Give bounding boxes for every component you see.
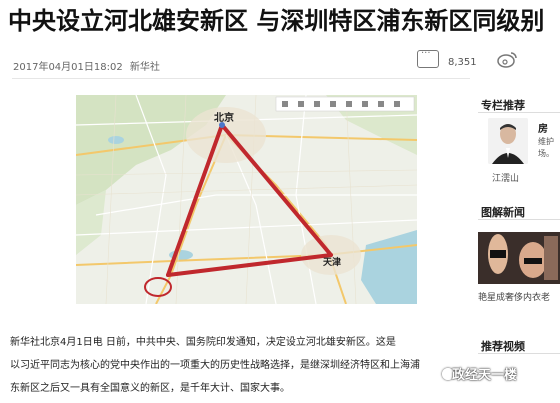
sidebar-section-video[interactable]: 推荐视频	[481, 338, 525, 354]
header-divider	[12, 78, 470, 79]
photo-news-image[interactable]	[478, 232, 560, 284]
columnist-author[interactable]: 江濡山	[492, 171, 519, 184]
sidebar-divider	[478, 353, 560, 354]
article-map-image: 北京 天津	[76, 95, 417, 304]
sidebar-divider	[478, 219, 560, 220]
article-paragraph-line: 东新区之后又一具有全国意义的新区，是千年大计、国家大事。	[10, 383, 290, 394]
columnist-title[interactable]: 房	[538, 120, 548, 135]
right-sidebar: 专栏推荐 房 维护 场。 江濡山 图解新闻 艳星成奢侈内衣老 推荐视频	[478, 0, 560, 403]
photo-news-caption[interactable]: 艳星成奢侈内衣老	[478, 290, 550, 303]
comment-icon[interactable]	[417, 48, 439, 68]
map-label-tianjin: 天津	[323, 256, 341, 268]
sidebar-section-columns[interactable]: 专栏推荐	[481, 97, 525, 113]
watermark-text: 政经天一楼	[452, 368, 518, 383]
columnist-summary: 维护 场。	[538, 137, 554, 158]
article-paragraph-line: 以习近平同志为核心的党中央作出的一项重大的历史性战略选择，是继深圳经济特区和上海…	[10, 360, 420, 371]
article-meta: 2017年04月01日18:02 新华社	[13, 58, 164, 73]
article-source: 新华社	[129, 62, 160, 73]
publish-date: 2017年04月01日18:02	[13, 62, 123, 73]
sidebar-section-photo-news[interactable]: 图解新闻	[481, 204, 525, 220]
comment-count[interactable]: 8,351	[448, 57, 477, 68]
sidebar-divider	[478, 112, 560, 113]
article-paragraph-line: 新华社北京4月1日电 日前，中共中央、国务院印发通知，决定设立河北雄安新区。这是	[10, 337, 396, 348]
map-label-beijing: 北京	[214, 111, 234, 124]
columnist-avatar[interactable]	[488, 118, 528, 164]
